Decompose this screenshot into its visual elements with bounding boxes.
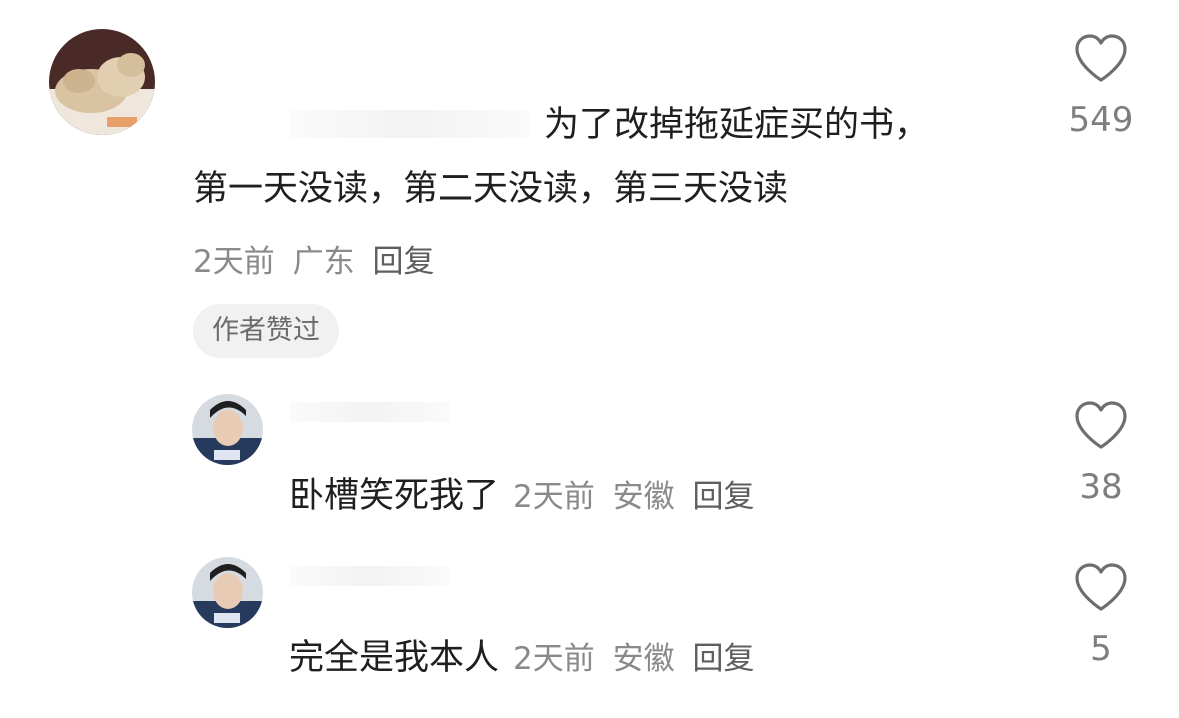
- avatar[interactable]: [192, 557, 263, 628]
- username-redacted: [290, 110, 530, 138]
- comment-meta: 2天前 广东 回复: [193, 236, 442, 281]
- reply-row: 卧槽笑死我了 2天前 安徽 回复: [289, 467, 762, 518]
- avatar-image: [49, 29, 155, 135]
- heart-outline-icon: [1075, 401, 1127, 449]
- reply-button[interactable]: 回复: [692, 641, 754, 677]
- reply-meta: 2天前 安徽 回复: [513, 471, 762, 516]
- comment-text-line1: 为了改掉拖延症买的书，: [544, 105, 930, 145]
- author-liked-badge: 作者赞过: [193, 304, 339, 358]
- avatar-image: [192, 557, 263, 628]
- reply-time: 2天前: [513, 479, 595, 515]
- reply-location: 安徽: [612, 641, 675, 677]
- username-redacted: [290, 566, 450, 586]
- like-button[interactable]: 549: [1051, 34, 1151, 140]
- reply-location: 安徽: [612, 479, 675, 515]
- reply-text: 卧槽笑死我了: [289, 476, 500, 516]
- comment-text-line2: 第一天没读，第二天没读，第三天没读: [193, 169, 789, 209]
- like-count: 38: [1079, 467, 1123, 507]
- reply-time: 2天前: [513, 641, 595, 677]
- avatar[interactable]: [49, 29, 155, 135]
- comment-time: 2天前: [193, 244, 275, 280]
- avatar[interactable]: [192, 394, 263, 465]
- heart-outline-icon: [1075, 563, 1127, 611]
- reply-button[interactable]: 回复: [692, 479, 754, 515]
- reply-button[interactable]: 回复: [372, 244, 434, 280]
- like-button[interactable]: 5: [1051, 563, 1151, 669]
- like-count: 5: [1090, 629, 1112, 669]
- reply-meta: 2天前 安徽 回复: [513, 633, 762, 678]
- like-count: 549: [1068, 100, 1134, 140]
- like-button[interactable]: 38: [1051, 401, 1151, 507]
- username-redacted: [290, 402, 450, 422]
- reply-text: 完全是我本人: [289, 638, 500, 678]
- reply-row: 完全是我本人 2天前 安徽 回复: [289, 629, 762, 680]
- avatar-image: [192, 394, 263, 465]
- comment-location: 广东: [292, 244, 355, 280]
- heart-outline-icon: [1075, 34, 1127, 82]
